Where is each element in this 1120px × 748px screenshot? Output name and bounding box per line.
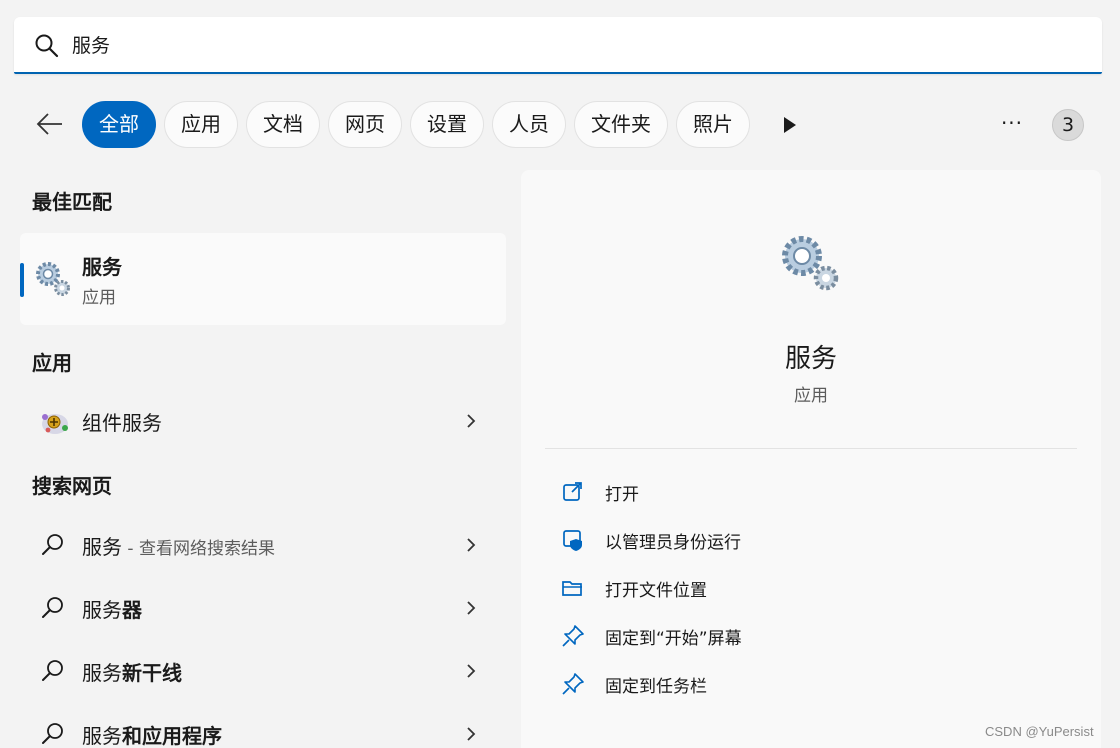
action-pin-to-start[interactable]: 固定到“开始”屏幕 [561,620,1041,652]
web-result-label: 服务器 [82,598,142,622]
selection-indicator [20,263,24,297]
action-label: 固定到“开始”屏幕 [605,629,742,649]
services-gear-icon [34,260,72,302]
component-services-icon [40,408,70,440]
web-result-row[interactable]: 服务和应用程序 [20,709,506,748]
web-result-label: 服务 - 查看网络搜索结果 [82,535,275,559]
filter-chip-documents[interactable]: 文档 [246,101,320,148]
open-external-icon [561,480,585,508]
web-result-row[interactable]: 服务新干线 [20,646,506,696]
search-input[interactable] [72,29,972,59]
filter-chip-settings[interactable]: 设置 [410,101,484,148]
chevron-right-icon [465,599,477,621]
action-pin-to-taskbar[interactable]: 固定到任务栏 [561,668,1041,700]
detail-title: 服务 [784,344,837,374]
filter-chip-all[interactable]: 全部 [82,101,156,148]
search-box[interactable] [14,17,1102,74]
shield-icon [561,528,585,556]
web-result-label: 服务新干线 [82,661,182,685]
action-run-as-admin[interactable]: 以管理员身份运行 [561,524,1041,556]
detail-panel: 服务 应用 打开 以管理员身份运行 打开文件位置 固定到“开始”屏幕 固定到任务… [521,170,1101,748]
best-match-type: 应用 [82,288,116,308]
action-label: 打开文件位置 [605,581,707,601]
back-button[interactable] [34,110,64,138]
chevron-right-icon [465,536,477,558]
action-label: 打开 [605,485,639,505]
more-options-button[interactable]: ··· [996,110,1028,138]
chevron-right-icon [465,725,477,747]
divider [545,448,1077,449]
filter-chip-apps[interactable]: 应用 [164,101,238,148]
filter-chip-photos[interactable]: 照片 [676,101,750,148]
services-gear-icon [777,232,843,298]
search-icon [40,658,66,688]
search-icon [40,532,66,562]
watermark: CSDN @YuPersist [985,724,1094,739]
filter-chip-web[interactable]: 网页 [328,101,402,148]
web-result-label: 服务和应用程序 [82,724,222,748]
app-result-label: 组件服务 [82,411,162,435]
search-web-heading: 搜索网页 [32,474,112,498]
chevron-right-icon [465,412,477,434]
filter-chips: 全部 应用 文档 网页 设置 人员 文件夹 照片 [82,101,756,149]
action-open[interactable]: 打开 [561,476,1041,508]
filter-chip-folders[interactable]: 文件夹 [574,101,668,148]
best-match-name: 服务 [82,255,122,279]
pin-icon [561,672,585,700]
web-result-row[interactable]: 服务 - 查看网络搜索结果 [20,520,506,570]
best-match-card[interactable]: 服务 应用 [20,233,506,325]
action-open-file-location[interactable]: 打开文件位置 [561,572,1041,604]
best-match-heading: 最佳匹配 [32,190,112,214]
chevron-right-icon [465,662,477,684]
folder-icon [561,576,585,604]
pin-icon [561,624,585,652]
search-icon [40,595,66,625]
rewards-badge[interactable]: 3 [1052,109,1084,141]
search-icon [40,721,66,748]
filter-chip-people[interactable]: 人员 [492,101,566,148]
web-result-row[interactable]: 服务器 [20,583,506,633]
play-right-icon [784,117,796,133]
apps-heading: 应用 [32,351,72,375]
scroll-filters-button[interactable] [778,112,802,138]
action-label: 固定到任务栏 [605,677,707,697]
web-result-hint: - 查看网络搜索结果 [122,539,275,559]
arrow-left-icon [36,113,62,135]
app-result-component-services[interactable]: 组件服务 [20,396,506,446]
action-label: 以管理员身份运行 [605,533,741,553]
detail-subtitle: 应用 [794,386,828,406]
search-icon [34,33,60,63]
